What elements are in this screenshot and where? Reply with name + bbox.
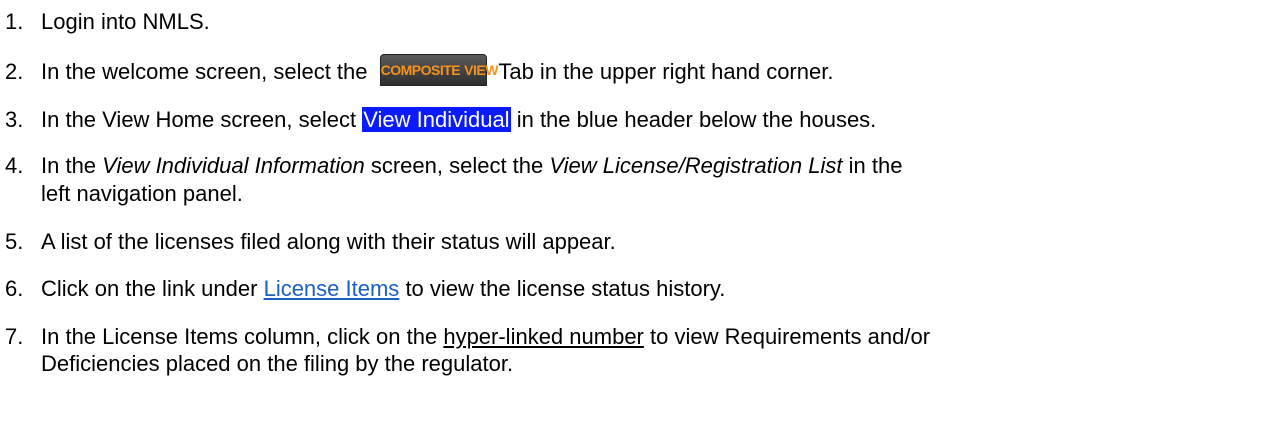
step-number: 2. bbox=[5, 59, 24, 84]
step-text: In the View Home screen, select View Ind… bbox=[41, 106, 876, 133]
step-number: 4. bbox=[5, 153, 24, 178]
step-number: 1. bbox=[5, 9, 24, 34]
view-individual-highlight: View Individual bbox=[362, 107, 511, 132]
step-text-line2: left navigation panel. bbox=[41, 181, 243, 206]
step-text: Login into NMLS. bbox=[41, 9, 210, 34]
step-text: In the View Individual Information scree… bbox=[41, 152, 902, 179]
screen-name-view-individual-information: View Individual Information bbox=[102, 153, 365, 178]
menu-name-view-license-registration-list: View License/Registration List bbox=[549, 153, 843, 178]
hyper-linked-number-text: hyper-linked number bbox=[443, 324, 644, 349]
step-text: A list of the licenses filed along with … bbox=[41, 229, 616, 254]
step-text-after: Tab in the upper right hand corner. bbox=[498, 59, 834, 84]
step-text: In the welcome screen, select the COMPOS… bbox=[41, 54, 834, 87]
step-text-after: to view Requirements and/or bbox=[650, 324, 931, 349]
step-number: 3. bbox=[5, 107, 24, 132]
step-text: In the License Items column, click on th… bbox=[41, 323, 930, 350]
license-items-link[interactable]: License Items bbox=[264, 276, 400, 301]
step-text-after: to view the license status history. bbox=[405, 276, 726, 301]
tab-word-view: VIEW bbox=[464, 62, 498, 79]
composite-view-tab-button: COMPOSITE VIEW bbox=[379, 54, 498, 87]
step-number: 6. bbox=[5, 276, 24, 301]
step-text-before: In the License Items column, click on th… bbox=[41, 324, 438, 349]
step-text-line2: Deficiencies placed on the filing by the… bbox=[41, 351, 514, 376]
step-text: Click on the link under License Items to… bbox=[41, 275, 725, 302]
step-text-part1: In the bbox=[41, 153, 97, 178]
step-text-part3: in the bbox=[848, 153, 903, 178]
step-text-before: In the welcome screen, select the bbox=[41, 59, 368, 84]
step-text-part2: screen, select the bbox=[370, 153, 544, 178]
step-text-before: In the View Home screen, select bbox=[41, 107, 357, 132]
step-text-after: in the blue header below the houses. bbox=[516, 107, 877, 132]
step-number: 5. bbox=[5, 229, 24, 254]
tab-word-composite: COMPOSITE bbox=[380, 62, 461, 79]
step-number: 7. bbox=[5, 324, 24, 349]
step-text-before: Click on the link under bbox=[41, 276, 258, 301]
